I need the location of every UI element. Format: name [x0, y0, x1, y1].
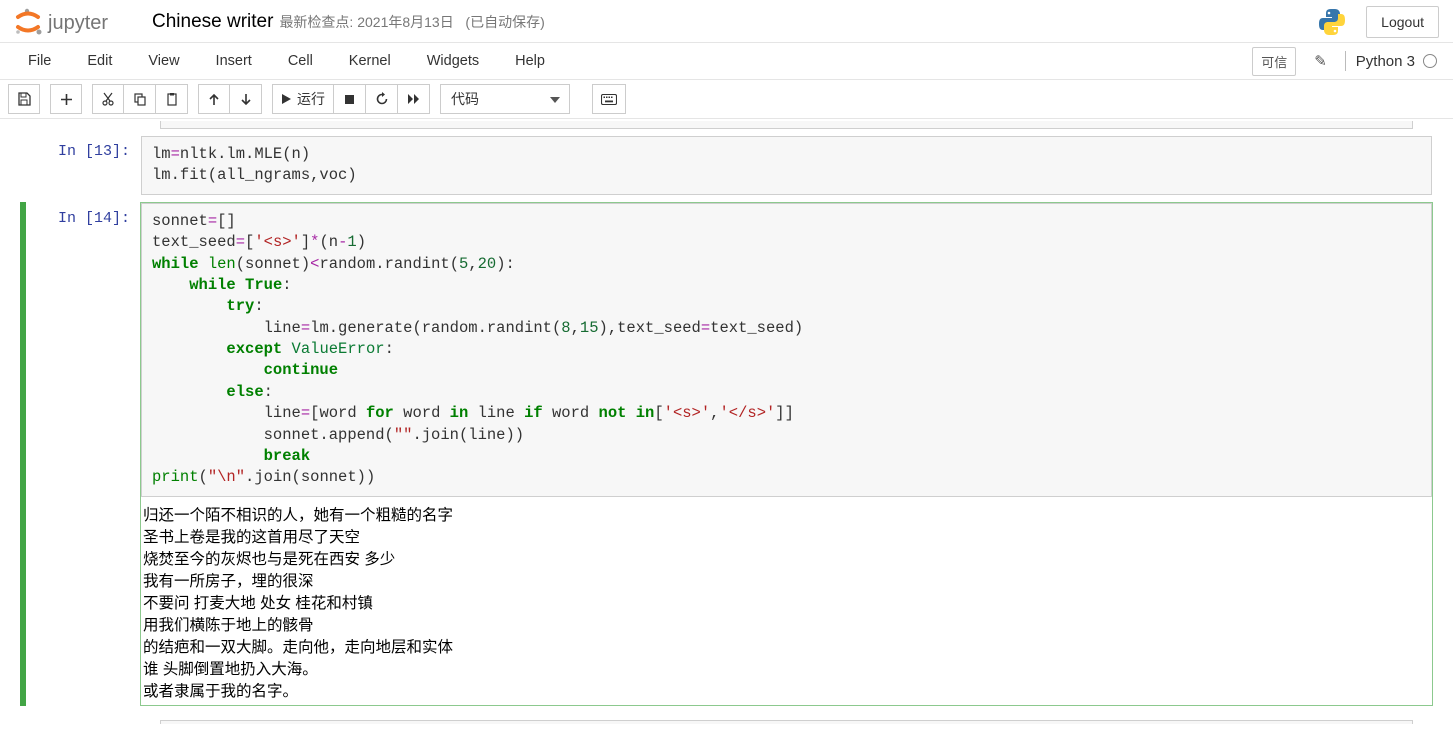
toolbar: 运行 代码	[0, 80, 1453, 119]
code-input[interactable]: sonnet=[] text_seed=['<s>']*(n-1) while …	[141, 203, 1432, 497]
add-cell-button[interactable]	[50, 84, 82, 114]
kernel-name[interactable]: Python 3	[1356, 53, 1415, 70]
menu-edit[interactable]: Edit	[69, 43, 130, 79]
jupyter-logo[interactable]: jupyter	[14, 7, 134, 37]
menu-file[interactable]: File	[10, 43, 69, 79]
logout-button[interactable]: Logout	[1366, 6, 1439, 38]
pencil-icon[interactable]: ✎	[1314, 52, 1327, 70]
menu-widgets[interactable]: Widgets	[409, 43, 497, 79]
copy-button[interactable]	[124, 84, 156, 114]
menubar: File Edit View Insert Cell Kernel Widget…	[0, 43, 1453, 80]
kernel-idle-icon	[1423, 54, 1437, 68]
move-up-button[interactable]	[198, 84, 230, 114]
cell-type-select[interactable]: 代码	[440, 84, 570, 114]
trusted-indicator[interactable]: 可信	[1252, 47, 1296, 76]
interrupt-button[interactable]	[334, 84, 366, 114]
save-button[interactable]	[8, 84, 40, 114]
menu-insert[interactable]: Insert	[198, 43, 270, 79]
checkpoint-status: 最新检查点: 2021年8月13日 (已自动保存)	[279, 12, 544, 32]
notebook-container: In [13]: lm=nltk.lm.MLE(n) lm.fit(all_ng…	[0, 119, 1453, 744]
cell-output: 归还一个陌不相识的人，她有一个粗糙的名字 圣书上卷是我的这首用尽了天空 烧焚至今…	[141, 497, 1432, 705]
code-cell[interactable]: In [13]: lm=nltk.lm.MLE(n) lm.fit(all_ng…	[20, 135, 1433, 196]
run-button[interactable]: 运行	[272, 84, 334, 114]
menu-view[interactable]: View	[130, 43, 197, 79]
paste-button[interactable]	[156, 84, 188, 114]
notebook-title[interactable]: Chinese writer	[152, 11, 273, 33]
menu-help[interactable]: Help	[497, 43, 563, 79]
restart-run-all-button[interactable]	[398, 84, 430, 114]
move-down-button[interactable]	[230, 84, 262, 114]
python-logo-icon	[1316, 6, 1348, 38]
input-prompt: In [13]:	[20, 135, 140, 196]
cut-button[interactable]	[92, 84, 124, 114]
command-palette-button[interactable]	[592, 84, 626, 114]
input-prompt: In [14]:	[20, 202, 140, 706]
cell-partial-above[interactable]	[160, 121, 1413, 129]
logo-text: jupyter	[47, 12, 108, 34]
restart-button[interactable]	[366, 84, 398, 114]
menu-cell[interactable]: Cell	[270, 43, 331, 79]
code-cell-selected[interactable]: In [14]: sonnet=[] text_seed=['<s>']*(n-…	[20, 202, 1433, 706]
header: jupyter Chinese writer 最新检查点: 2021年8月13日…	[0, 0, 1453, 43]
code-input[interactable]: lm=nltk.lm.MLE(n) lm.fit(all_ngrams,voc)	[141, 136, 1432, 195]
divider	[1345, 51, 1346, 71]
menu-kernel[interactable]: Kernel	[331, 43, 409, 79]
cell-partial-below[interactable]	[160, 720, 1413, 724]
